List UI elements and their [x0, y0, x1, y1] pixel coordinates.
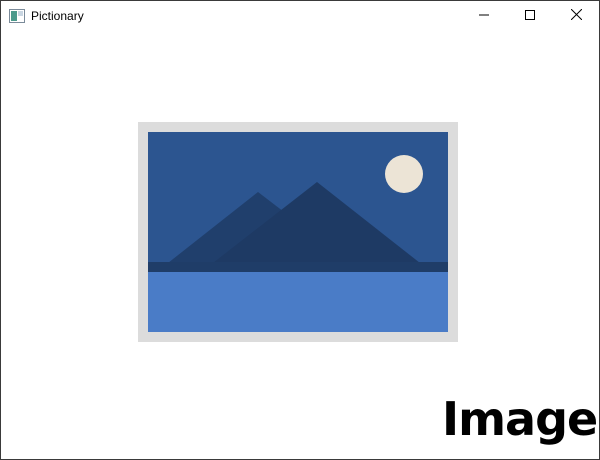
water — [148, 272, 448, 332]
maximize-button[interactable] — [507, 1, 553, 31]
landscape-image-icon — [138, 122, 458, 342]
close-icon — [570, 7, 582, 25]
image-app-icon — [9, 9, 25, 23]
horizon-band — [148, 262, 448, 272]
close-button[interactable] — [553, 1, 599, 31]
content-area: Image — [1, 31, 599, 459]
maximize-icon — [525, 7, 535, 25]
minimize-icon — [479, 7, 489, 25]
title-bar[interactable]: Pictionary — [1, 1, 599, 31]
minimize-button[interactable] — [461, 1, 507, 31]
image-caption: Image — [442, 392, 598, 446]
app-window: Pictionary Image — [0, 0, 600, 460]
moon — [385, 155, 423, 193]
window-title: Pictionary — [31, 9, 84, 23]
